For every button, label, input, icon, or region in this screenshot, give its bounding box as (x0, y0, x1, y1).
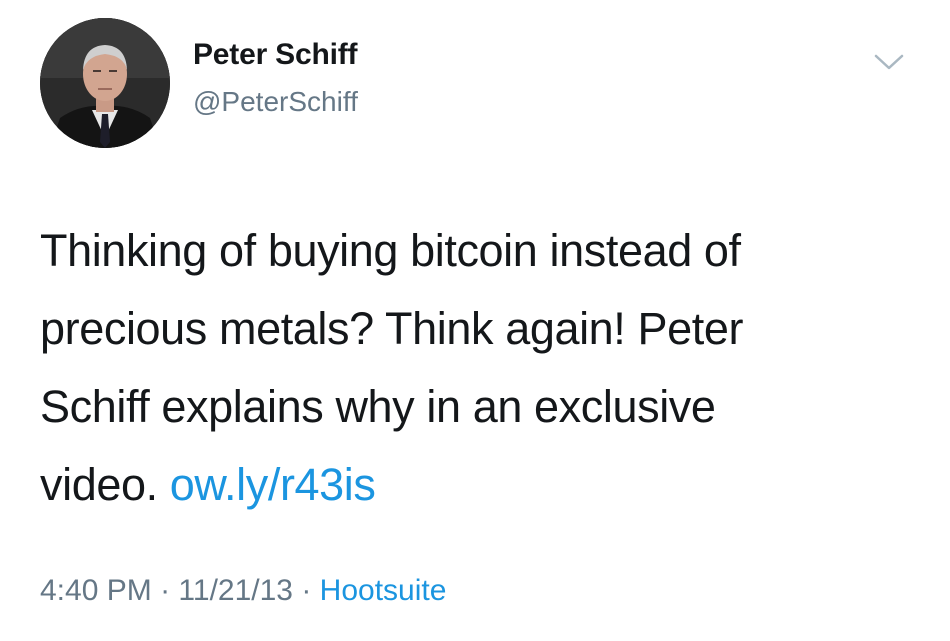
meta-separator: · (301, 574, 312, 607)
chevron-down-icon[interactable] (870, 50, 908, 74)
tweet-text: Thinking of buying bitcoin instead of pr… (40, 212, 920, 524)
tweet-time[interactable]: 4:40 PM (40, 574, 152, 607)
user-name[interactable]: Peter Schiff (193, 38, 358, 72)
user-handle[interactable]: @PeterSchiff (193, 86, 358, 118)
avatar[interactable] (40, 18, 170, 148)
tweet-text-line: Thinking of buying bitcoin instead of (40, 225, 741, 276)
meta-separator: · (160, 574, 171, 607)
tweet-date[interactable]: 11/21/13 (178, 574, 293, 607)
tweet-card: Peter Schiff @PeterSchiff Thinking of bu… (0, 0, 950, 641)
tweet-text-line: precious metals? Think again! Peter (40, 303, 744, 354)
avatar-photo (40, 18, 170, 148)
tweet-meta: 4:40 PM · 11/21/13 · Hootsuite (40, 574, 446, 608)
tweet-text-fragment: video. (40, 459, 158, 510)
tweet-source-link[interactable]: Hootsuite (320, 574, 447, 607)
tweet-text-line: Schiff explains why in an exclusive (40, 381, 716, 432)
tweet-text-line: video. ow.ly/r43is (40, 446, 920, 524)
tweet-link[interactable]: ow.ly/r43is (170, 459, 376, 510)
